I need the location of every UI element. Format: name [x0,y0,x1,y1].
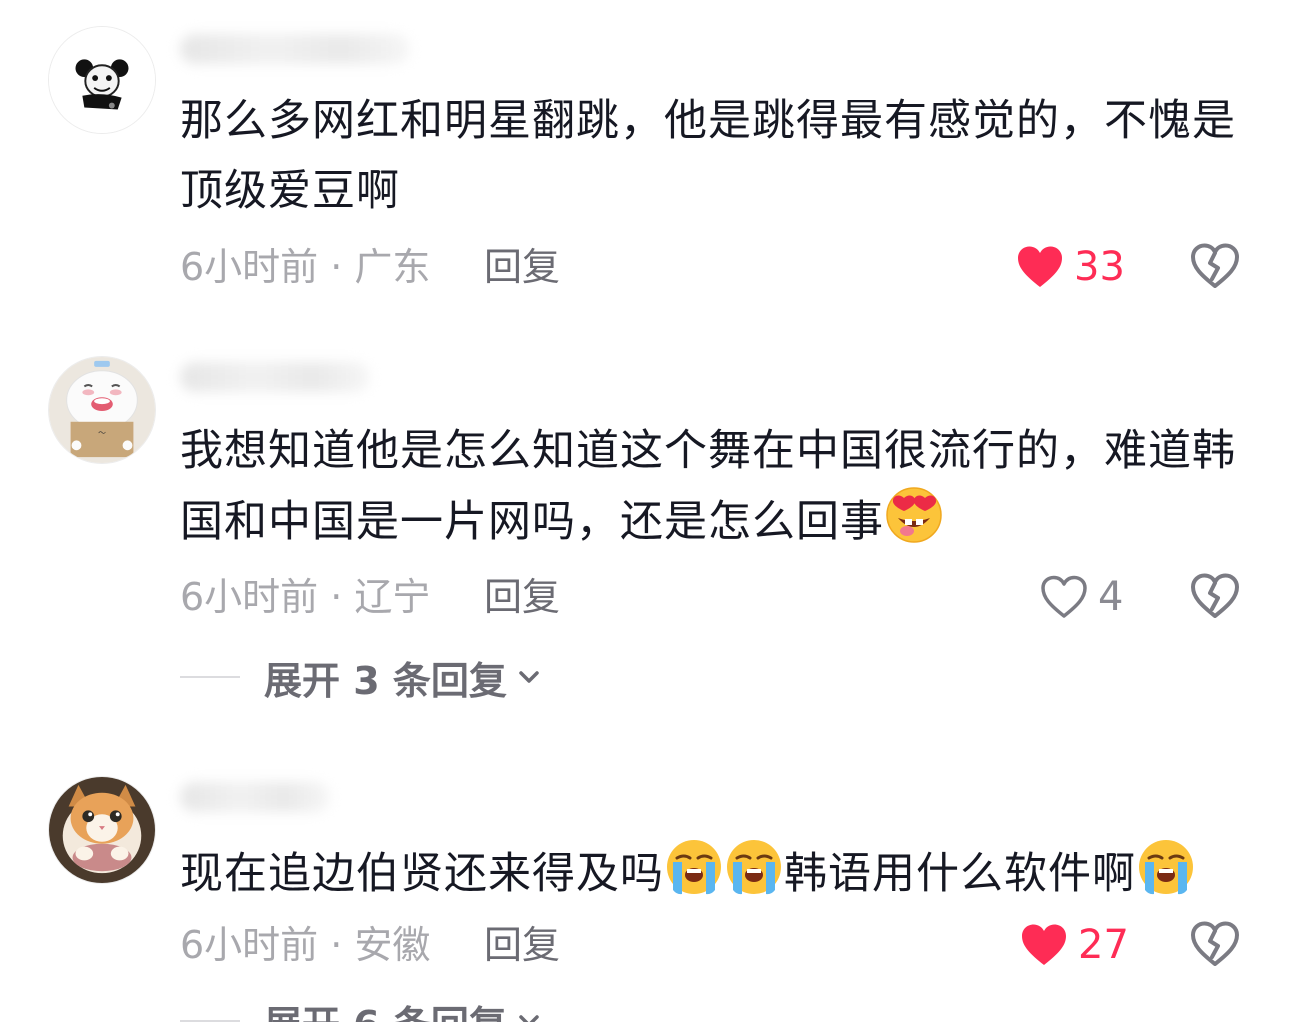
comment-text-content: 现在追边伯贤还来得及吗 [180,849,664,899]
avatar[interactable] [48,776,156,884]
loudly-crying-emoji-icon [665,838,723,896]
plush-toy-avatar-icon: 〜 [49,357,155,463]
expand-replies-button[interactable]: 展开 6 条回复 [180,996,543,1022]
comment-text-content: 韩语用什么软件啊 [784,849,1136,899]
reply-button[interactable]: 回复 [484,572,560,622]
heart-filled-icon [1018,246,1062,287]
chevron-down-icon [519,1015,539,1022]
heart-outline-icon [1041,575,1087,618]
comment-text-content: 我想知道他是怎么知道这个舞在中国很流行的，难道韩国和中国是一片网吗，还是怎么回事 [180,426,1236,547]
comment-text: 现在追边伯贤还来得及吗 韩语用什么软件啊 [180,838,1240,909]
dislike-button[interactable] [1190,572,1240,620]
chevron-down-icon [519,671,539,683]
reply-button[interactable]: 回复 [484,242,560,292]
username[interactable] [180,34,410,64]
comment-text: 那么多网红和明星翻跳，他是跳得最有感觉的，不愧是顶级爱豆啊 [180,86,1240,226]
like-count: 4 [1098,574,1124,620]
expand-replies-label: 展开 3 条回复 [264,658,507,703]
like-button[interactable]: 27 [1020,920,1129,970]
like-button[interactable]: 4 [1040,572,1123,622]
dislike-button[interactable] [1190,242,1240,290]
avatar[interactable] [48,26,156,134]
comment-meta: 6小时前 · 广东 [180,245,431,289]
expand-replies-label: 展开 6 条回复 [264,994,507,1022]
like-count: 27 [1078,922,1129,968]
like-count: 33 [1074,244,1125,290]
like-button[interactable]: 33 [1016,242,1125,292]
comment-text: 我想知道他是怎么知道这个舞在中国很流行的，难道韩国和中国是一片网吗，还是怎么回事 [180,416,1240,557]
username[interactable] [180,782,330,812]
comment-list: 那么多网红和明星翻跳，他是跳得最有感觉的，不愧是顶级爱豆啊 6小时前 · 广东 … [0,0,1290,1022]
broken-heart-icon [1191,573,1239,618]
broken-heart-icon [1191,243,1239,288]
dislike-button[interactable] [1190,920,1240,968]
svg-text:〜: 〜 [98,429,106,438]
heart-eyes-emoji-icon [885,486,943,544]
loudly-crying-emoji-icon [1137,838,1195,896]
username[interactable] [180,362,370,392]
heart-filled-icon [1022,924,1066,965]
cat-avatar-icon [49,777,155,883]
reply-button[interactable]: 回复 [484,920,560,970]
avatar[interactable]: 〜 [48,356,156,464]
loudly-crying-emoji-icon [725,838,783,896]
expand-replies-button[interactable]: 展开 3 条回复 [180,652,543,703]
panda-meme-avatar-icon [49,27,155,133]
divider [180,676,240,678]
comment-text-content: 那么多网红和明星翻跳，他是跳得最有感觉的，不愧是顶级爱豆啊 [180,96,1236,216]
comment-meta: 6小时前 · 安徽 [180,923,431,967]
broken-heart-icon [1191,921,1239,966]
comment-meta: 6小时前 · 辽宁 [180,575,431,619]
